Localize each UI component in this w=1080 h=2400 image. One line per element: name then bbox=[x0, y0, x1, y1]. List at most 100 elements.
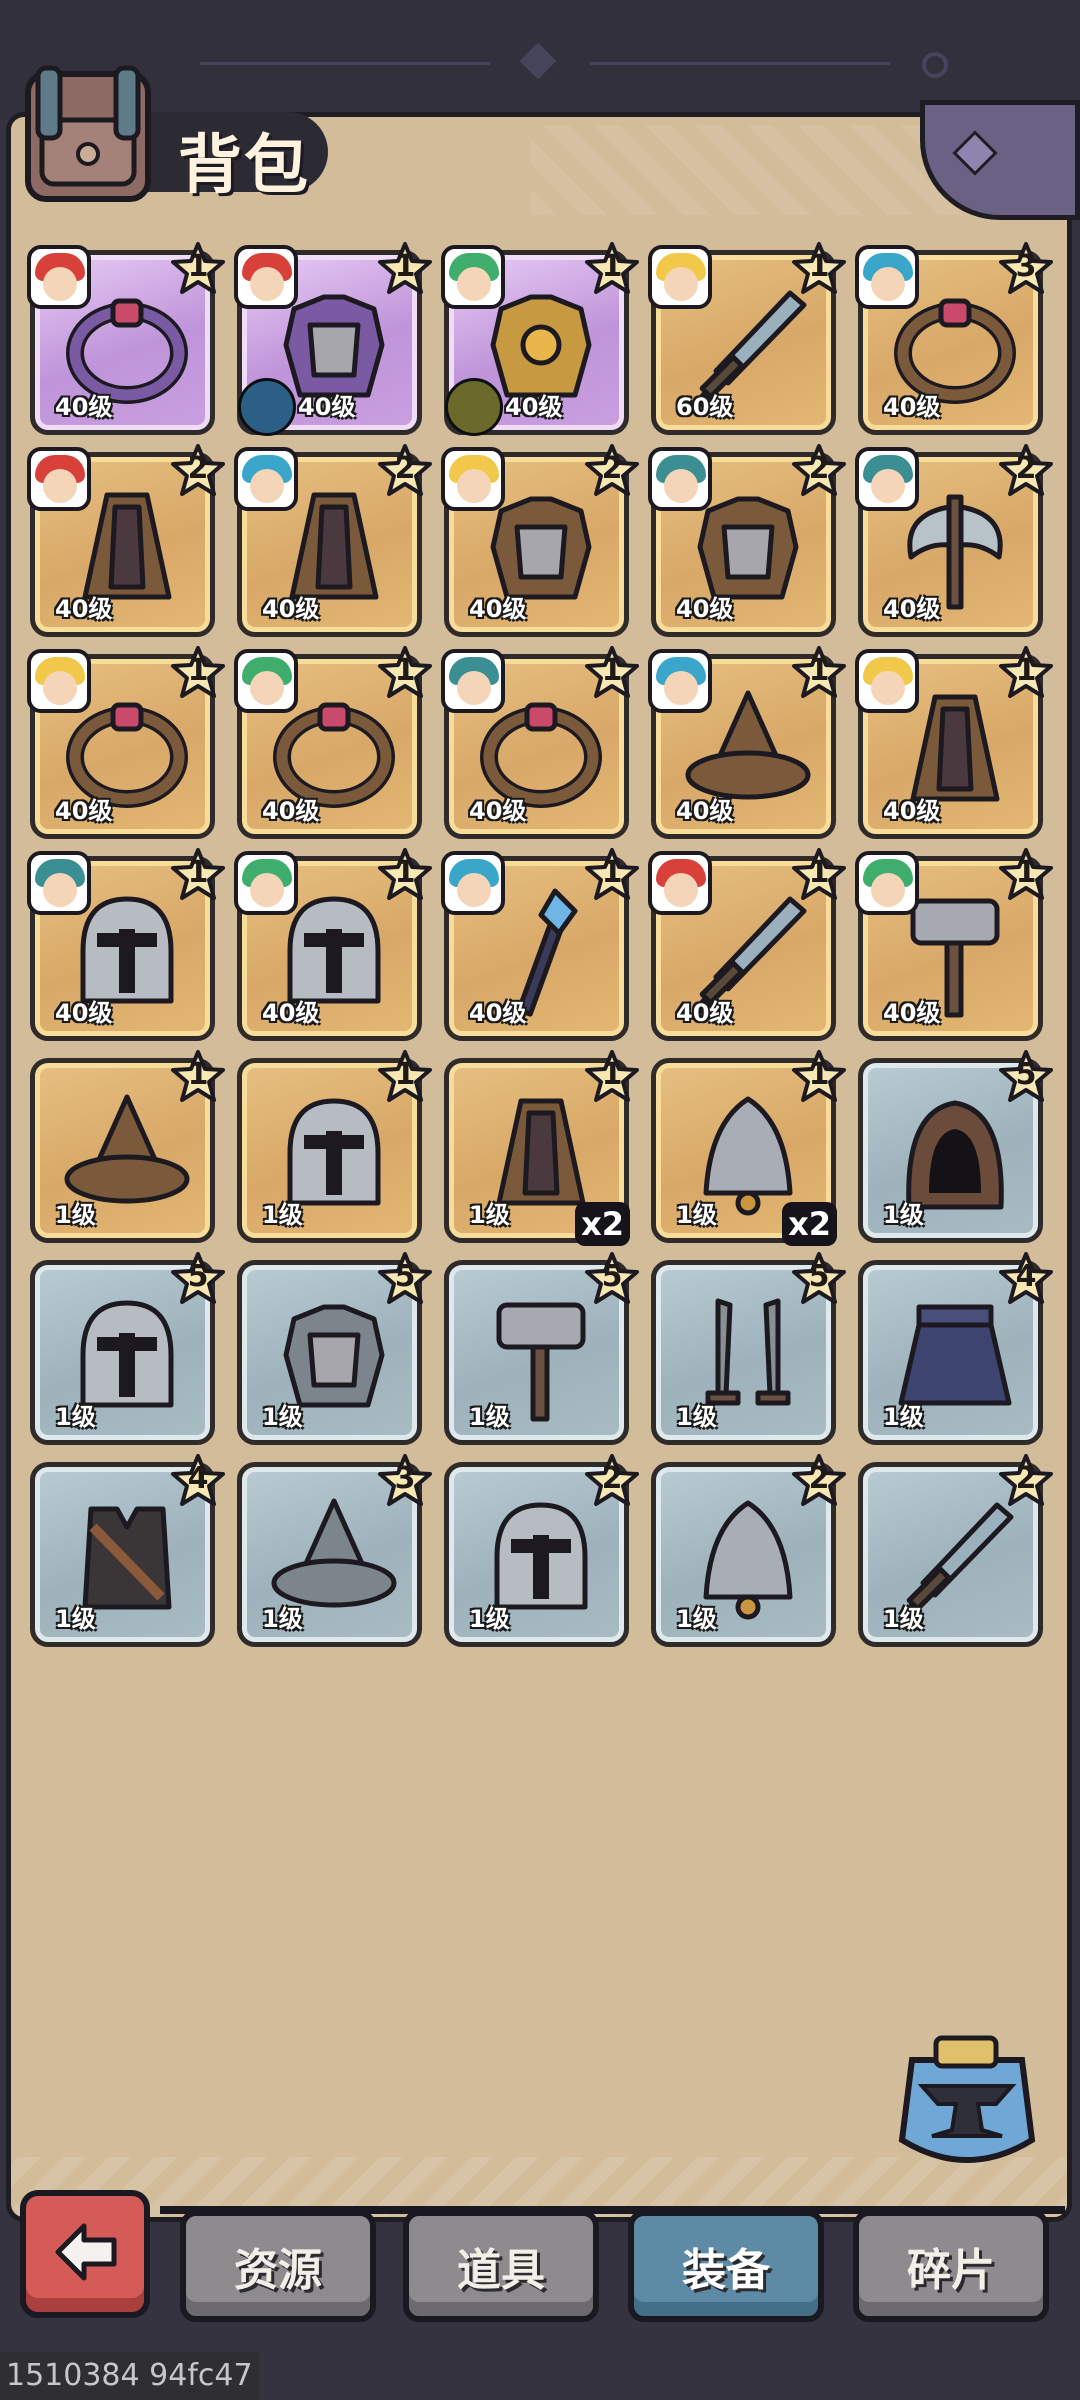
hero-portrait-icon bbox=[27, 649, 91, 713]
deco-line-right bbox=[590, 62, 890, 65]
hero-portrait-icon bbox=[27, 447, 91, 511]
corner-gem-icon bbox=[952, 130, 998, 176]
hero-portrait-icon bbox=[234, 851, 298, 915]
equipment-slot[interactable]: 1 1级 x2 bbox=[444, 1050, 639, 1246]
star-count: 1 bbox=[601, 249, 623, 284]
star-count: 2 bbox=[394, 451, 416, 486]
equipment-slot[interactable]: 1 40级 bbox=[441, 242, 639, 436]
equipment-slot[interactable]: 2 1级 bbox=[651, 1454, 846, 1647]
equipment-slot[interactable]: 1 40级 bbox=[855, 646, 1053, 839]
item-level: 40级 bbox=[883, 393, 941, 421]
item-level: 40级 bbox=[55, 595, 113, 623]
equipment-slot[interactable]: 1 40级 bbox=[27, 242, 225, 435]
equipment-grid: 1 40级 1 40级 1 40级 1 60级 3 40级 2 40级 2 40级 2 40级 2 40级 2 40级… bbox=[27, 242, 1060, 1647]
equipment-slot[interactable]: 2 40级 bbox=[234, 444, 432, 637]
equipment-slot[interactable]: 5 1级 bbox=[237, 1252, 432, 1445]
hero-portrait-icon bbox=[441, 245, 505, 309]
item-quantity: x2 bbox=[575, 1202, 630, 1246]
hero-portrait-icon bbox=[234, 447, 298, 511]
deco-diamond bbox=[519, 42, 557, 80]
equipment-slot[interactable]: 1 1级 bbox=[30, 1050, 225, 1243]
backpack-icon bbox=[25, 65, 151, 202]
item-level: 1级 bbox=[55, 1605, 96, 1633]
equipment-slot[interactable]: 4 1级 bbox=[858, 1252, 1053, 1445]
star-count: 5 bbox=[808, 1259, 830, 1294]
tab-resources[interactable]: 资源 bbox=[180, 2210, 376, 2322]
build-id-text: 1510384 94fc47 bbox=[0, 2352, 259, 2400]
back-arrow-icon bbox=[55, 2223, 117, 2281]
star-count: 1 bbox=[808, 249, 830, 284]
hero-portrait-icon bbox=[234, 649, 298, 713]
page-title: 背包 bbox=[178, 129, 310, 203]
equipment-slot[interactable]: 2 40级 bbox=[441, 444, 639, 637]
item-level: 40级 bbox=[55, 393, 113, 421]
star-count: 1 bbox=[187, 249, 209, 284]
hero-portrait-icon bbox=[855, 851, 919, 915]
tab-equipment[interactable]: 装备 bbox=[628, 2210, 824, 2322]
hero-portrait-icon bbox=[441, 851, 505, 915]
hero-portrait-icon bbox=[648, 851, 712, 915]
star-count: 1 bbox=[601, 653, 623, 688]
star-count: 5 bbox=[394, 1259, 416, 1294]
item-level: 1级 bbox=[469, 1605, 510, 1633]
hero-portrait-icon bbox=[27, 245, 91, 309]
equipment-slot[interactable]: 2 40级 bbox=[27, 444, 225, 637]
star-count: 1 bbox=[601, 855, 623, 890]
equipment-slot[interactable]: 2 40级 bbox=[855, 444, 1053, 637]
equipment-slot[interactable]: 5 1级 bbox=[444, 1252, 639, 1445]
equipment-slot[interactable]: 1 40级 bbox=[441, 848, 639, 1041]
hero-portrait-icon bbox=[855, 245, 919, 309]
equipment-slot[interactable]: 2 1级 bbox=[858, 1454, 1053, 1647]
equipment-slot[interactable]: 2 1级 bbox=[444, 1454, 639, 1647]
star-count: 3 bbox=[1015, 249, 1037, 284]
hero-portrait-icon bbox=[855, 649, 919, 713]
hero-portrait-icon bbox=[648, 245, 712, 309]
equipment-slot[interactable]: 5 1级 bbox=[651, 1252, 846, 1445]
equipment-slot[interactable]: 1 1级 x2 bbox=[651, 1050, 846, 1246]
star-count: 4 bbox=[187, 1461, 209, 1496]
star-count: 1 bbox=[808, 855, 830, 890]
star-count: 5 bbox=[187, 1259, 209, 1294]
equipment-slot[interactable]: 1 40级 bbox=[234, 646, 432, 839]
equipment-slot[interactable]: 1 40级 bbox=[27, 646, 225, 839]
equipment-slot[interactable]: 1 40级 bbox=[441, 646, 639, 839]
star-count: 2 bbox=[1015, 1461, 1037, 1496]
star-count: 2 bbox=[601, 451, 623, 486]
hero-portrait-icon bbox=[441, 649, 505, 713]
star-count: 4 bbox=[1015, 1259, 1037, 1294]
equipment-slot[interactable]: 3 1级 bbox=[237, 1454, 432, 1647]
back-button[interactable] bbox=[20, 2190, 150, 2318]
star-count: 2 bbox=[808, 451, 830, 486]
star-count: 1 bbox=[808, 1057, 830, 1092]
equipment-slot[interactable]: 3 40级 bbox=[855, 242, 1053, 435]
equipment-slot[interactable]: 5 1级 bbox=[30, 1252, 225, 1445]
item-level: 40级 bbox=[883, 595, 941, 623]
star-count: 1 bbox=[394, 249, 416, 284]
anvil-icon[interactable] bbox=[892, 2030, 1042, 2180]
item-level: 1级 bbox=[469, 1201, 510, 1229]
item-level: 40级 bbox=[298, 393, 356, 421]
item-level: 1级 bbox=[55, 1403, 96, 1431]
equipment-slot[interactable]: 5 1级 bbox=[858, 1050, 1053, 1243]
tab-items[interactable]: 道具 bbox=[403, 2210, 599, 2322]
tab-fragments[interactable]: 碎片 bbox=[853, 2210, 1049, 2322]
equipment-slot[interactable]: 1 40级 bbox=[855, 848, 1053, 1041]
star-count: 2 bbox=[601, 1461, 623, 1496]
equipment-slot[interactable]: 1 40级 bbox=[648, 848, 846, 1041]
equipment-slot[interactable]: 1 1级 bbox=[237, 1050, 432, 1243]
star-count: 3 bbox=[394, 1461, 416, 1496]
equipment-slot[interactable]: 2 40级 bbox=[648, 444, 846, 637]
equipment-slot[interactable]: 1 40级 bbox=[234, 848, 432, 1041]
equipment-slot[interactable]: 1 40级 bbox=[234, 242, 432, 436]
hero-portrait-icon bbox=[27, 851, 91, 915]
item-level: 1级 bbox=[676, 1201, 717, 1229]
equipment-slot[interactable]: 1 40级 bbox=[27, 848, 225, 1041]
item-level: 1级 bbox=[262, 1403, 303, 1431]
hero-portrait-icon bbox=[648, 447, 712, 511]
equipment-slot[interactable]: 1 40级 bbox=[648, 646, 846, 839]
equipment-slot[interactable]: 1 60级 bbox=[648, 242, 846, 435]
item-level: 1级 bbox=[883, 1605, 924, 1633]
equipment-slot[interactable]: 4 1级 bbox=[30, 1454, 225, 1647]
item-level: 40级 bbox=[883, 999, 941, 1027]
item-level: 40级 bbox=[469, 797, 527, 825]
